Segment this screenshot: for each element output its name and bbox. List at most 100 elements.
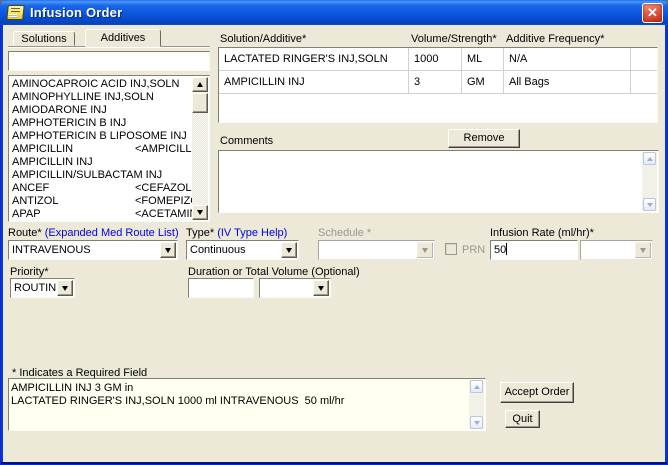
down-arrow-icon — [197, 210, 203, 215]
cell-unit: GM — [462, 71, 504, 93]
medication-name: AMPHOTERICIN B LIPOSOME INJ — [12, 130, 187, 142]
dropdown-arrow-button[interactable] — [313, 280, 329, 296]
medication-list-item[interactable]: AMIODARONE INJ — [10, 104, 192, 117]
text-caret — [506, 243, 508, 255]
comments-label: Comments — [220, 135, 274, 147]
medication-name: ANTIZOL — [12, 195, 59, 207]
infusion-order-icon — [6, 5, 25, 20]
cell-empty — [631, 71, 657, 93]
medication-list-item[interactable]: AMINOCAPROIC ACID INJ,SOLN — [10, 78, 192, 91]
medication-list-item[interactable]: AMPICILLIN INJ — [10, 156, 192, 169]
dropdown-arrow-button[interactable] — [57, 280, 73, 296]
cell-frequency: N/A — [504, 48, 631, 70]
prn-label: PRN — [462, 244, 486, 256]
title-bar: Infusion Order ✕ — [0, 0, 668, 25]
remove-button[interactable]: Remove — [448, 129, 520, 148]
medication-list-item[interactable]: AMPHOTERICIN B INJ — [10, 117, 192, 130]
column-header-solution: Solution/Additive* — [220, 33, 307, 45]
medication-name: AMINOCAPROIC ACID INJ,SOLN — [12, 78, 180, 90]
quit-button[interactable]: Quit — [505, 410, 540, 428]
medication-list-item[interactable]: AMINOPHYLLINE INJ,SOLN — [10, 91, 192, 104]
medication-name: AMIODARONE INJ — [12, 104, 107, 116]
medication-list-item[interactable]: AMPICILLIN/SULBACTAM INJ — [10, 169, 192, 182]
medication-synonym: <AMPICILLIN — [135, 143, 192, 155]
priority-dropdown[interactable]: ROUTINE — [10, 278, 75, 298]
dropdown-arrow-button[interactable] — [417, 242, 433, 258]
medication-list-scrollbar[interactable] — [192, 77, 208, 220]
medication-synonym: <ACETAMIN — [135, 208, 192, 220]
tab-additives[interactable]: Additives — [85, 29, 161, 47]
scroll-down-button[interactable] — [643, 198, 656, 211]
medication-name: AMPICILLIN INJ — [12, 156, 93, 168]
schedule-label: Schedule * — [318, 227, 372, 239]
dropdown-arrow-button[interactable] — [635, 242, 651, 258]
cell-volume: 1000 — [409, 48, 462, 70]
cell-solution: LACTATED RINGER'S INJ,SOLN — [219, 48, 409, 70]
iv-type-help-link[interactable]: (IV Type Help) — [217, 227, 287, 239]
duration-label: Duration or Total Volume (Optional) — [188, 266, 360, 278]
dropdown-arrow-button[interactable] — [160, 242, 176, 258]
medication-list-rows: AMINOCAPROIC ACID INJ,SOLN AMINOPHYLLINE … — [10, 78, 192, 221]
up-arrow-icon — [646, 156, 653, 161]
chevron-down-icon — [318, 285, 324, 291]
medication-list-item[interactable]: AMPHOTERICIN B LIPOSOME INJ — [10, 130, 192, 143]
priority-value: ROUTINE — [14, 282, 56, 294]
infusion-rate-unit-dropdown[interactable] — [580, 240, 653, 260]
medication-list[interactable]: AMINOCAPROIC ACID INJ,SOLN AMINOPHYLLINE … — [8, 75, 210, 222]
tab-solutions[interactable]: Solutions — [13, 31, 75, 46]
medication-list-item[interactable]: APAP <ACETAMIN — [10, 208, 192, 221]
cell-volume: 3 — [409, 71, 462, 93]
duration-unit-dropdown[interactable] — [259, 278, 331, 298]
iv-type-value: Continuous — [190, 244, 246, 256]
order-table[interactable]: LACTATED RINGER'S INJ,SOLN 1000 ML N/A AMPIC… — [218, 47, 658, 123]
duration-input[interactable] — [188, 278, 254, 298]
infusion-rate-input[interactable]: 50 — [490, 240, 578, 260]
schedule-dropdown[interactable] — [318, 240, 435, 260]
route-label: Route* (Expanded Med Route List) — [8, 227, 179, 239]
type-label: Type* (IV Type Help) — [186, 227, 287, 239]
close-button[interactable]: ✕ — [642, 3, 663, 23]
scroll-down-button[interactable] — [192, 205, 208, 220]
route-label-text: Route* — [8, 227, 42, 239]
iv-type-dropdown[interactable]: Continuous — [186, 240, 299, 260]
window-title: Infusion Order — [30, 5, 123, 20]
comments-scrollbar[interactable] — [642, 152, 657, 211]
priority-label: Priority* — [10, 266, 49, 278]
medication-filter-input[interactable] — [8, 51, 210, 71]
cell-solution: AMPICILLIN INJ — [219, 71, 409, 93]
route-value: INTRAVENOUS — [12, 244, 91, 256]
medication-name: AMPICILLIN — [12, 143, 74, 155]
medication-list-item[interactable]: ANTIZOL <FOMEPIZO — [10, 195, 192, 208]
order-table-row[interactable]: LACTATED RINGER'S INJ,SOLN 1000 ML N/A — [219, 48, 657, 71]
expanded-med-route-link[interactable]: (Expanded Med Route List) — [45, 227, 179, 239]
down-arrow-icon — [473, 420, 480, 425]
cell-empty — [631, 48, 657, 70]
scroll-down-button[interactable] — [470, 416, 483, 429]
chevron-down-icon — [640, 247, 646, 253]
accept-order-button[interactable]: Accept Order — [500, 382, 574, 403]
column-header-volume: Volume/Strength* — [411, 33, 497, 45]
comments-textarea[interactable] — [218, 150, 659, 213]
scrollbar-thumb[interactable] — [192, 93, 208, 113]
medication-synonym: <CEFAZOLIN — [135, 182, 192, 194]
summary-scrollbar[interactable] — [469, 380, 484, 429]
medication-list-item[interactable]: AMPICILLIN <AMPICILLIN — [10, 143, 192, 156]
order-summary-line: AMPICILLIN INJ 3 GM in — [11, 382, 134, 394]
dropdown-arrow-button[interactable] — [281, 242, 297, 258]
scroll-up-button[interactable] — [192, 77, 208, 92]
scroll-up-button[interactable] — [643, 152, 656, 165]
order-summary-textarea[interactable]: AMPICILLIN INJ 3 GM in LACTATED RINGER'S … — [8, 378, 486, 431]
medication-synonym: <FOMEPIZO — [135, 195, 192, 207]
order-table-row[interactable]: AMPICILLIN INJ 3 GM All Bags — [219, 71, 657, 94]
medication-name: APAP — [12, 208, 41, 220]
chevron-down-icon — [165, 247, 171, 253]
medication-name: ANCEF — [12, 182, 50, 194]
route-dropdown[interactable]: INTRAVENOUS — [8, 240, 178, 260]
prn-checkbox[interactable] — [445, 243, 457, 255]
scroll-up-button[interactable] — [470, 380, 483, 393]
medication-list-item[interactable]: ANCEF <CEFAZOLIN — [10, 182, 192, 195]
up-arrow-icon — [473, 384, 480, 389]
chevron-down-icon — [422, 247, 428, 253]
cell-unit: ML — [462, 48, 504, 70]
order-summary-lines: AMPICILLIN INJ 3 GM in LACTATED RINGER'S … — [11, 382, 467, 429]
